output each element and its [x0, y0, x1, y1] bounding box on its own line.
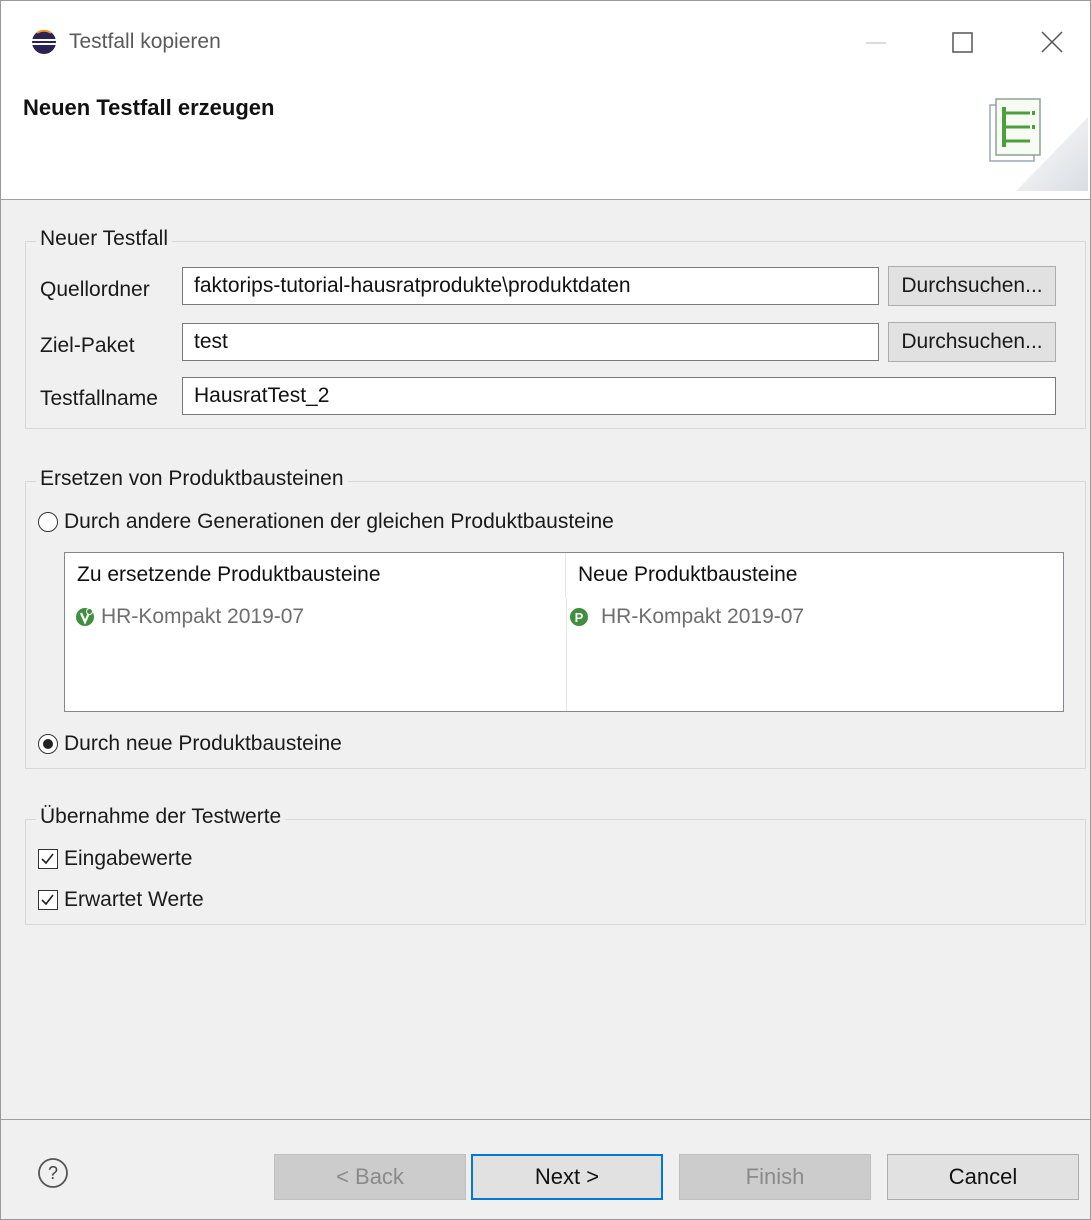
back-button[interactable]: < Back: [274, 1154, 466, 1200]
target-package-label: Ziel-Paket: [40, 334, 135, 357]
table-cell-old[interactable]: HR-Kompakt 2019-07: [75, 597, 304, 637]
minimize-icon[interactable]: [851, 21, 901, 65]
source-folder-label: Quellordner: [40, 278, 150, 301]
check-icon: [41, 853, 54, 865]
group-replace-products: Ersetzen von Produktbausteinen Durch and…: [25, 467, 1086, 769]
testcase-name-label: Testfallname: [40, 387, 158, 410]
checkbox[interactable]: [38, 849, 58, 869]
wizard-banner: Neuen Testfall erzeugen: [1, 81, 1090, 200]
group-label: Übernahme der Testwerte: [36, 805, 286, 829]
target-package-input[interactable]: [182, 323, 879, 361]
finish-button[interactable]: Finish: [679, 1154, 871, 1200]
page-title: Neuen Testfall erzeugen: [23, 95, 275, 120]
window-title: Testfall kopieren: [69, 30, 221, 53]
dialog-window: Testfall kopieren Neuen Testfall erzeuge…: [0, 0, 1091, 1220]
group-label: Neuer Testfall: [36, 227, 173, 251]
footer-divider: [1, 1119, 1090, 1120]
check-icon: [41, 894, 54, 906]
testcase-name-input[interactable]: [182, 377, 1056, 415]
checkbox-expected-values[interactable]: Erwartet Werte: [38, 886, 204, 914]
title-bar: Testfall kopieren: [1, 1, 1090, 81]
close-icon[interactable]: [1027, 21, 1077, 65]
svg-text:?: ?: [48, 1163, 58, 1183]
radio-button[interactable]: [38, 512, 58, 532]
product-replacement-table: Zu ersetzende Produktbausteine Neue Prod…: [64, 552, 1064, 712]
new-product-name: HR-Kompakt 2019-07: [601, 605, 805, 628]
maximize-icon[interactable]: [937, 21, 987, 65]
next-button[interactable]: Next >: [471, 1154, 663, 1200]
checkbox-label: Eingabewerte: [64, 847, 193, 870]
radio-new-products[interactable]: Durch neue Produktbausteine: [38, 730, 342, 758]
table-cell-new[interactable]: P HR-Kompakt 2019-07: [569, 597, 804, 637]
checkbox-label: Erwartet Werte: [64, 888, 204, 911]
source-folder-input[interactable]: [182, 267, 879, 305]
checkbox-input-values[interactable]: Eingabewerte: [38, 845, 192, 873]
radio-label: Durch neue Produktbausteine: [64, 732, 342, 755]
column-header-old[interactable]: Zu ersetzende Produktbausteine: [65, 553, 566, 597]
radio-button[interactable]: [38, 734, 58, 754]
radio-label: Durch andere Generationen der gleichen P…: [64, 510, 614, 533]
checkbox[interactable]: [38, 890, 58, 910]
group-label: Ersetzen von Produktbausteinen: [36, 467, 348, 491]
group-test-values: Übernahme der Testwerte Eingabewerte Erw…: [25, 805, 1086, 925]
radio-other-generations[interactable]: Durch andere Generationen der gleichen P…: [38, 508, 614, 536]
browse-source-button[interactable]: Durchsuchen...: [888, 266, 1056, 306]
browse-package-button[interactable]: Durchsuchen...: [888, 322, 1056, 362]
eclipse-icon: [32, 29, 56, 54]
product-component-icon: P: [570, 608, 588, 626]
svg-text:P: P: [575, 610, 584, 625]
old-product-name: HR-Kompakt 2019-07: [101, 605, 305, 628]
help-icon[interactable]: ?: [37, 1157, 69, 1189]
product-generation-icon: [76, 608, 94, 626]
testcase-wizard-icon: [989, 98, 1088, 191]
group-new-testcase: Neuer Testfall Quellordner Durchsuchen..…: [25, 227, 1086, 429]
column-divider: [566, 597, 567, 711]
cancel-button[interactable]: Cancel: [887, 1154, 1079, 1200]
column-header-new[interactable]: Neue Produktbausteine: [566, 553, 1063, 597]
